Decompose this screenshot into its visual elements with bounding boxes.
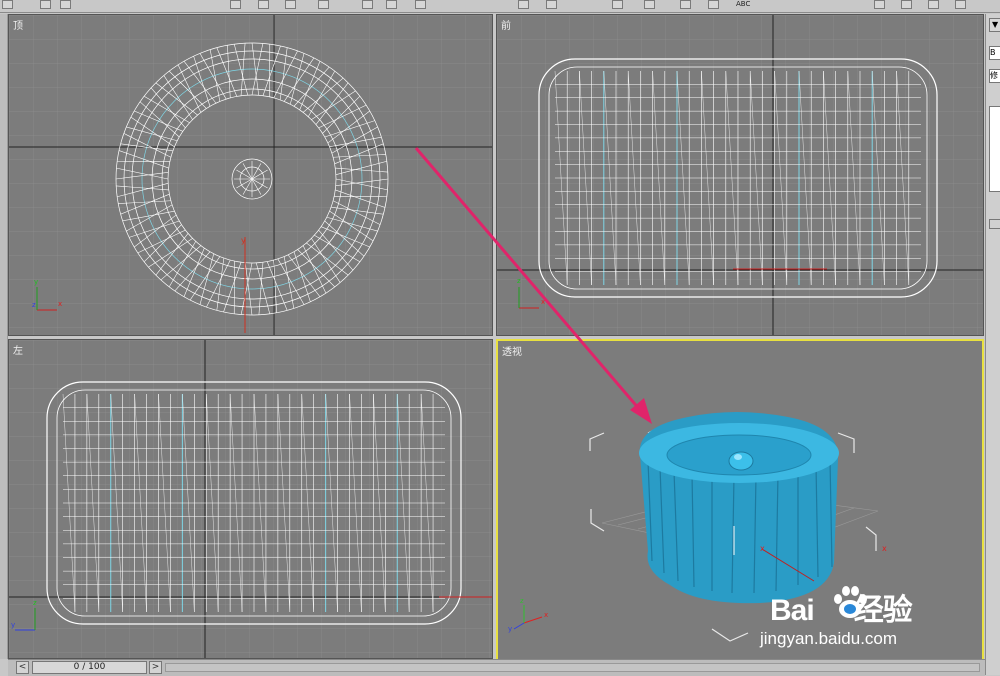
mirror-icon[interactable] xyxy=(518,0,529,9)
material-editor-icon[interactable] xyxy=(708,0,719,9)
viewport-front-label[interactable]: 前 xyxy=(501,17,511,32)
viewport-left-label[interactable]: 左 xyxy=(13,342,23,357)
left-side-strip xyxy=(0,14,8,659)
time-slider[interactable]: 0 / 100 xyxy=(32,661,147,674)
render-frame-icon[interactable] xyxy=(901,0,912,9)
top-view-wireframe: y x y z xyxy=(9,15,493,336)
pivot-y-label: y xyxy=(241,236,246,245)
paw-icon xyxy=(830,583,870,621)
viewport-top-label[interactable]: 顶 xyxy=(13,17,23,32)
select-region-icon[interactable] xyxy=(258,0,269,9)
watermark-url: jingyan.baidu.com xyxy=(760,629,897,649)
timeline-prev-button[interactable]: < xyxy=(16,661,29,674)
timeline-bar: < 0 / 100 > xyxy=(8,659,985,676)
scale-icon[interactable] xyxy=(386,0,397,9)
command-panel: ▼ B 修 xyxy=(985,14,1000,675)
cylinder-knob-object xyxy=(639,412,839,603)
axis-z-label: z xyxy=(520,597,524,605)
track-bar[interactable] xyxy=(165,663,980,672)
stack-button[interactable] xyxy=(989,219,1000,229)
axis-x-label: x xyxy=(541,298,545,306)
axis-z-label: z xyxy=(517,277,521,285)
main-toolbar: ABC xyxy=(0,0,1000,13)
axis-y-label: y xyxy=(34,278,38,286)
modifier-list-field[interactable]: 修 xyxy=(989,69,1000,83)
object-name-field[interactable]: B xyxy=(989,46,1000,60)
left-view-wireframe: y z xyxy=(9,340,493,659)
axis-z-label: z xyxy=(32,301,36,309)
viewport-perspective-label[interactable]: 透视 xyxy=(502,343,522,358)
render-icon[interactable] xyxy=(955,0,966,9)
viewport-top[interactable]: 顶 y x y z xyxy=(8,14,493,336)
timeline-next-button[interactable]: > xyxy=(149,661,162,674)
modifier-stack[interactable] xyxy=(989,106,1000,192)
render-setup-icon[interactable] xyxy=(874,0,885,9)
undo-icon[interactable] xyxy=(2,0,13,9)
chevron-down-icon: ▼ xyxy=(992,19,998,31)
command-panel-tab[interactable]: ▼ xyxy=(989,18,1000,32)
schematic-icon[interactable] xyxy=(680,0,691,9)
window-crossing-icon[interactable] xyxy=(285,0,296,9)
link-icon[interactable] xyxy=(60,0,71,9)
axis-y-label: y xyxy=(508,625,512,633)
quick-render-icon[interactable] xyxy=(928,0,939,9)
reference-icon[interactable] xyxy=(415,0,426,9)
axis-y-label: y xyxy=(11,621,15,629)
select-icon[interactable] xyxy=(230,0,241,9)
front-view-wireframe: x z xyxy=(497,15,984,336)
spelling-abc-label[interactable]: ABC xyxy=(736,0,750,8)
curve-editor-icon[interactable] xyxy=(644,0,655,9)
redo-icon[interactable] xyxy=(40,0,51,9)
baidu-watermark: Bai经验 jingyan.baidu.com xyxy=(742,583,978,653)
axis-x-label: x xyxy=(58,300,62,308)
gizmo-x-label: x xyxy=(760,544,765,553)
bbox-x-label: x xyxy=(882,544,887,553)
select-by-name-icon[interactable] xyxy=(318,0,329,9)
viewport-left[interactable]: 左 y z xyxy=(8,339,493,659)
axis-x-label: x xyxy=(544,611,548,619)
layer-icon[interactable] xyxy=(612,0,623,9)
axis-z-label: z xyxy=(33,599,37,607)
align-icon[interactable] xyxy=(546,0,557,9)
rotate-icon[interactable] xyxy=(362,0,373,9)
viewport-front[interactable]: 前 x z xyxy=(496,14,984,336)
